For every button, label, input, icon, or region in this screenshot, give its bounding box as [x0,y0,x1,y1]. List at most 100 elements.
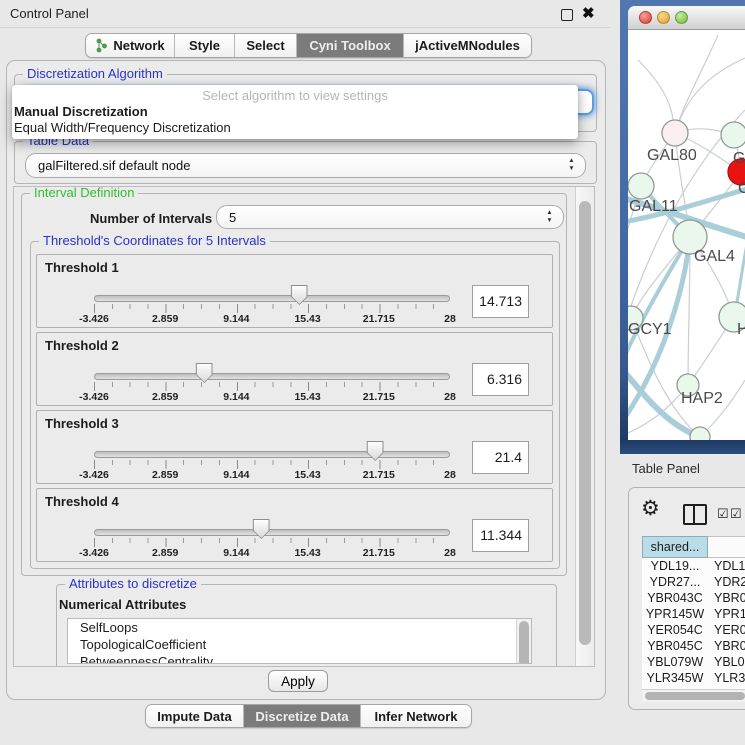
table-row[interactable]: YBR043CYBR0 [642,590,745,606]
node-bottom-partial[interactable] [690,427,710,440]
control-panel-titlebar: Control Panel ✖ [0,0,610,28]
svg-text:C: C [738,180,745,197]
threshold-row-2: Threshold 2 -3.426 2.859 9.144 15.43 21.… [36,332,553,406]
list-item[interactable]: SelfLoops [68,619,531,636]
settings-vertical-scrollbar[interactable] [575,187,594,666]
number-of-intervals-value: 5 [229,210,236,225]
svg-text:GA: GA [733,150,745,167]
svg-text:HAP2: HAP2 [681,390,723,407]
settings-scrollpane: Interval Definition Number of Intervals … [13,186,595,667]
table-row[interactable]: YDL19...YDL1 [642,558,745,574]
list-item[interactable]: TopologicalCoefficient [68,636,531,653]
tab-infer-network[interactable]: Infer Network [360,705,471,727]
threshold-row-1: Threshold 1 -3.426 2.859 9.144 15.43 21.… [36,254,553,328]
algorithm-dropdown-popup: Select algorithm to view settings Manual… [12,85,578,139]
table-body[interactable]: YDL19...YDL1 YDR27...YDR2 YBR043CYBR0 YP… [642,558,745,689]
table-row[interactable]: YPR145WYPR1 [642,606,745,622]
thresholds-group-title: Threshold's Coordinates for 5 Intervals [39,233,270,248]
table-row[interactable]: YBR045CYBR0 [642,638,745,654]
tab-cyni-toolbox[interactable]: Cyni Toolbox [296,34,403,57]
slider-axis-labels: -3.426 2.859 9.144 15.43 21.715 28 [94,469,450,482]
network-view-frame: GAL80 GA C GAL11 GAL4 GCY1 H HAP2 [620,0,745,454]
split-columns-icon[interactable] [683,504,707,525]
network-icon [95,38,108,53]
table-row[interactable]: YBL079WYBL0 [642,654,745,670]
svg-text:GAL11: GAL11 [629,198,678,215]
number-of-intervals-combobox[interactable]: 5 ▲▼ [216,205,564,229]
cyni-bottom-tabbar: Impute Data Discretize Data Infer Networ… [145,704,472,728]
number-of-intervals-label: Number of Intervals [90,211,212,226]
threshold-3-slider-thumb[interactable] [367,441,384,461]
node-top-right[interactable] [721,122,745,148]
close-icon[interactable]: ✖ [582,4,595,22]
tab-impute-data[interactable]: Impute Data [146,705,243,727]
apply-button[interactable]: Apply [268,670,328,692]
gear-icon[interactable]: ⚙ [641,496,660,521]
network-window: GAL80 GA C GAL11 GAL4 GCY1 H HAP2 [628,6,745,440]
table-row[interactable]: YER054CYER0 [642,622,745,638]
threshold-2-value-field[interactable]: 6.316 [472,363,529,396]
column-header-name[interactable]: n... [708,536,745,558]
slider-ticks [94,538,451,547]
threshold-2-label: Threshold 2 [45,338,119,353]
tab-jactivemnodules[interactable]: jActiveMNodules [403,34,531,57]
threshold-1-slider-thumb[interactable] [291,285,308,305]
list-item[interactable]: BetweennessCentrality [68,653,531,664]
slider-axis-labels: -3.426 2.859 9.144 15.43 21.715 28 [94,391,450,404]
interval-definition-title: Interval Definition [30,187,138,200]
table-data-value: galFiltered.sif default node [38,158,190,173]
tab-network[interactable]: Network [86,34,174,57]
network-window-titlebar [628,6,745,30]
attributes-group-title: Attributes to discretize [65,576,201,591]
table-header-row: shared... n... [642,536,745,558]
popup-option-equal-width[interactable]: Equal Width/Frequency Discretization [12,120,578,136]
spinner-arrows-icon: ▲▼ [545,209,554,225]
slider-ticks [94,460,451,469]
node-gal11[interactable] [628,173,654,199]
interval-definition-group: Interval Definition Number of Intervals … [21,193,567,576]
column-header-shared[interactable]: shared... [642,536,708,558]
settings-viewport: Interval Definition Number of Intervals … [14,187,576,666]
threshold-1-value-field[interactable]: 14.713 [472,285,529,318]
list-scrollbar[interactable] [516,619,531,663]
float-window-icon[interactable] [561,9,573,21]
threshold-4-label: Threshold 4 [45,494,119,509]
numerical-attributes-label: Numerical Attributes [59,597,186,612]
slider-axis-labels: -3.426 2.859 9.144 15.43 21.715 28 [94,313,450,326]
numerical-attributes-list[interactable]: SelfLoops TopologicalCoefficient Between… [67,618,532,664]
slider-ticks [94,382,451,391]
svg-text:GCY1: GCY1 [628,321,672,338]
close-traffic-light-icon[interactable] [639,11,652,24]
svg-text:GAL4: GAL4 [694,248,735,265]
tab-style[interactable]: Style [174,34,234,57]
table-row[interactable]: YLR345WYLR3 [642,670,745,686]
threshold-3-label: Threshold 3 [45,416,119,431]
network-canvas[interactable]: GAL80 GA C GAL11 GAL4 GCY1 H HAP2 [628,30,745,440]
threshold-3-value-field[interactable]: 21.4 [472,441,529,474]
tab-discretize-data[interactable]: Discretize Data [243,705,360,727]
popup-option-manual[interactable]: Manual Discretization [12,104,578,120]
panel-title: Control Panel [10,6,89,21]
threshold-1-label: Threshold 1 [45,260,119,275]
table-panel-title: Table Panel [632,461,700,476]
threshold-4-value-field[interactable]: 11.344 [472,519,529,552]
table-data-combobox[interactable]: galFiltered.sif default node ▲▼ [25,153,586,178]
threshold-4-slider-thumb[interactable] [253,519,270,539]
table-horizontal-scrollbar[interactable] [642,689,745,702]
attributes-group: Attributes to discretize Numerical Attri… [56,584,557,666]
threshold-2-slider-thumb[interactable] [196,363,213,383]
threshold-row-3: Threshold 3 -3.426 2.859 9.144 15.43 21.… [36,410,553,484]
table-panel: ⚙ ☑ ☑ shared... n... YDL19...YDL1 YDR27.… [628,487,745,710]
zoom-traffic-light-icon[interactable] [675,11,688,24]
svg-text:GAL80: GAL80 [647,147,697,164]
popup-placeholder: Select algorithm to view settings [12,87,578,104]
node-gal80[interactable] [662,120,688,146]
checkbox-icon[interactable]: ☑ [730,506,742,522]
checkbox-icon[interactable]: ☑ [717,506,729,522]
network-graph[interactable]: GAL80 GA C GAL11 GAL4 GCY1 H HAP2 [628,30,745,440]
tab-select[interactable]: Select [234,34,296,57]
table-row[interactable]: YDR27...YDR2 [642,574,745,590]
minimize-traffic-light-icon[interactable] [657,11,670,24]
threshold-row-4: Threshold 4 -3.426 2.859 9.144 15.43 21.… [36,488,553,562]
thresholds-group: Threshold's Coordinates for 5 Intervals … [30,241,560,569]
